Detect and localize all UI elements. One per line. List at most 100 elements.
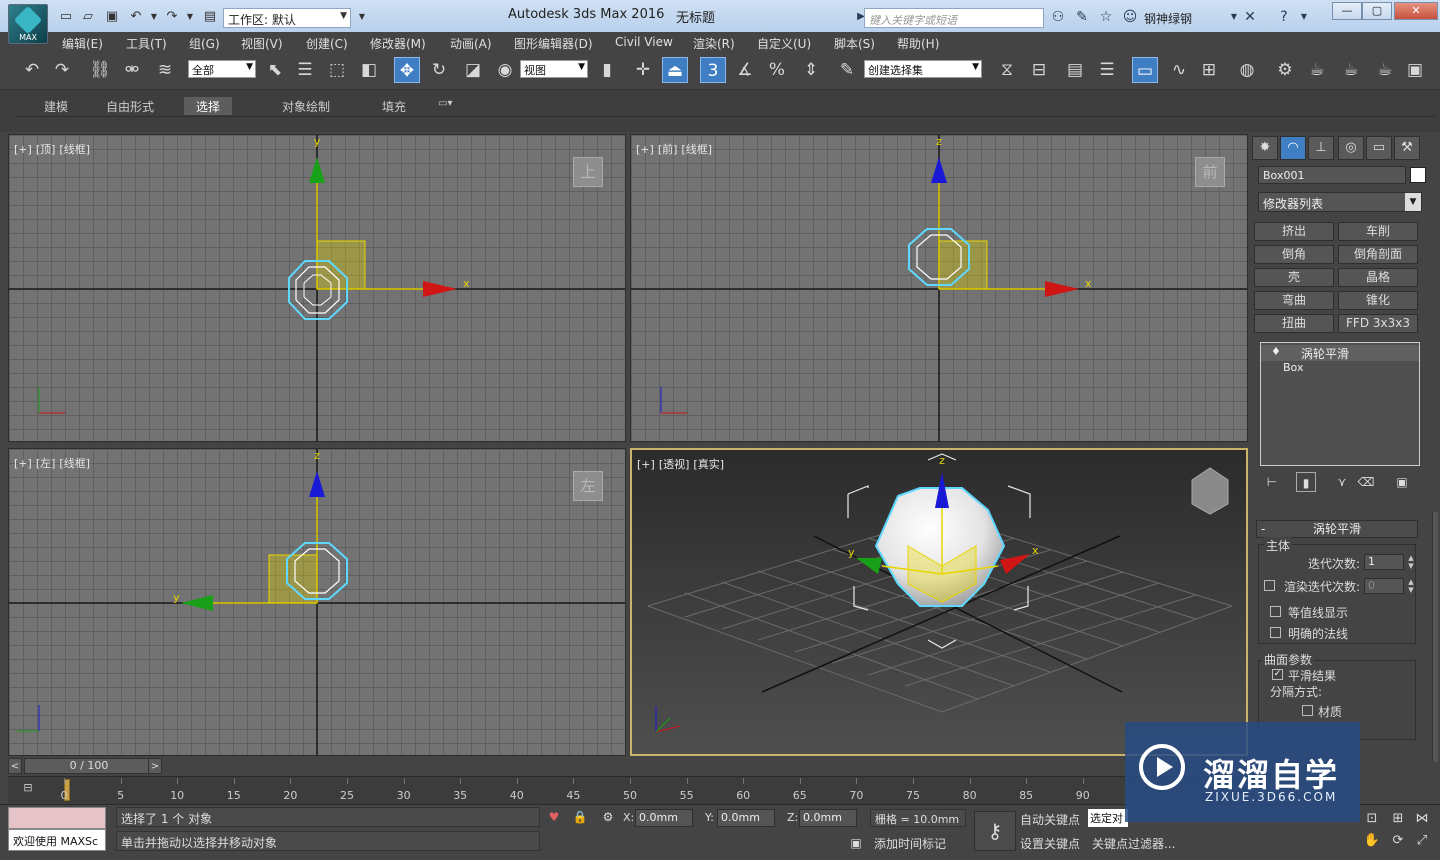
render-iters-checkbox[interactable] — [1264, 580, 1275, 591]
modifier-shell-button[interactable]: 壳 — [1254, 268, 1334, 287]
save-file-icon[interactable]: ▣ — [104, 9, 120, 25]
open-file-icon[interactable]: ▱ — [80, 9, 96, 25]
tab-selection[interactable]: 选择 — [184, 97, 233, 115]
modifier-bevel-button[interactable]: 倒角 — [1254, 245, 1334, 264]
modifier-lattice-button[interactable]: 晶格 — [1338, 268, 1418, 287]
mini-curve-editor-icon[interactable]: ⊟ — [18, 781, 38, 797]
menu-help[interactable]: 帮助(H) — [897, 35, 939, 52]
menu-rendering[interactable]: 渲染(R) — [693, 35, 735, 52]
display-tab-icon[interactable]: ▭ — [1366, 136, 1392, 160]
turbosmooth-rollout-header[interactable]: - 涡轮平滑 — [1256, 520, 1418, 538]
unlink-icon[interactable]: ⚮ — [119, 57, 145, 83]
add-time-tag-icon[interactable]: ▣ — [848, 835, 864, 851]
toggle-ribbon-icon[interactable]: ▭ — [1132, 57, 1158, 83]
modify-tab-icon[interactable]: ◠ — [1280, 136, 1306, 160]
orbit-icon[interactable]: ⟳ — [1388, 831, 1408, 851]
key-filters-button[interactable]: 关键点过滤器... — [1090, 833, 1200, 853]
menu-group[interactable]: 组(G) — [189, 35, 220, 52]
layer-manager-icon[interactable]: ▤ — [1062, 57, 1088, 83]
select-and-link-icon[interactable]: ⛓ — [87, 57, 113, 83]
key-mode-icon[interactable]: ⚷ — [974, 811, 1016, 851]
menu-animation[interactable]: 动画(A) — [450, 35, 492, 52]
workspace-select[interactable]: 工作区: 默认 ▼ — [223, 8, 351, 28]
window-crossing-icon[interactable]: ◧ — [356, 57, 382, 83]
motion-tab-icon[interactable]: ◎ — [1338, 136, 1364, 160]
close-button[interactable]: ✕ — [1394, 2, 1438, 20]
percent-snap-icon[interactable]: % — [764, 57, 790, 83]
iterations-spinner[interactable]: 1 — [1364, 554, 1404, 570]
project-folder-icon[interactable]: ▤ — [202, 9, 218, 25]
select-and-scale-icon[interactable]: ◪ — [460, 57, 486, 83]
object-name-field[interactable]: Box001 — [1258, 166, 1406, 184]
lightbulb-icon[interactable]: ♦ — [1271, 345, 1281, 358]
tab-modeling[interactable]: 建模 — [32, 97, 80, 115]
user-icon[interactable]: ☺ — [1122, 9, 1138, 25]
isoline-checkbox[interactable] — [1270, 606, 1281, 617]
render-iters-spinner[interactable]: 0 — [1364, 578, 1404, 594]
viewport-perspective[interactable]: [+] [透视] [真实] z x y — [630, 448, 1248, 756]
render-a360-icon[interactable]: ▣ — [1402, 57, 1428, 83]
material-editor-icon[interactable]: ◍ — [1234, 57, 1260, 83]
trackbar[interactable]: ⊟ 0 5 10 15 20 25 30 35 40 45 50 55 60 65 70 75 80 85 90 — [8, 776, 1250, 804]
bind-space-warp-icon[interactable]: ≋ — [152, 57, 178, 83]
edit-named-sel-icon[interactable]: ✎ — [834, 57, 860, 83]
user-dropdown-icon[interactable]: ▼ — [1226, 9, 1242, 25]
modifier-list-select[interactable]: 修改器列表 ▼ — [1258, 192, 1422, 212]
tab-freeform[interactable]: 自由形式 — [94, 97, 166, 115]
undo-icon[interactable]: ↶ — [128, 9, 144, 25]
menu-tools[interactable]: 工具(T) — [126, 35, 167, 52]
reference-coord-select[interactable]: 视图 ▼ — [520, 60, 588, 78]
next-frame-icon[interactable]: > — [148, 758, 162, 774]
comm-center-icon[interactable]: ✎ — [1074, 9, 1090, 25]
viewport-left[interactable]: [+] [左] [线框] 左 z y — [8, 448, 626, 756]
remove-modifier-icon[interactable]: ⌫ — [1356, 472, 1376, 492]
ribbon-options-icon[interactable]: ▭▾ — [426, 97, 464, 115]
snaps-toggle-button[interactable]: 3 — [700, 57, 726, 83]
stack-item-box[interactable]: Box — [1261, 361, 1419, 377]
viewport-front[interactable]: [+] [前] [线框] 前 z x — [630, 134, 1248, 442]
set-key-button[interactable]: 设置关键点 — [1018, 833, 1086, 853]
maximize-viewport-icon[interactable]: ⤢ — [1412, 831, 1432, 851]
modifier-lathe-button[interactable]: 车削 — [1338, 222, 1418, 241]
qat-customize-icon[interactable]: ▼ — [354, 9, 370, 25]
pan-hand-icon[interactable]: ✋ — [1362, 831, 1382, 851]
search-input[interactable]: 键入关键字或短语 — [864, 8, 1044, 28]
spinner-arrows-icon[interactable]: ▲ ▼ — [1406, 578, 1416, 594]
curve-editor-icon[interactable]: ∿ — [1166, 57, 1192, 83]
undo-icon[interactable]: ↶ — [19, 57, 45, 83]
modifier-bend-button[interactable]: 弯曲 — [1254, 291, 1334, 310]
utilities-tab-icon[interactable]: ⚒ — [1394, 136, 1420, 160]
time-slider-thumb[interactable]: 0 / 100 — [24, 758, 154, 774]
modifier-taper-button[interactable]: 锥化 — [1338, 291, 1418, 310]
menu-civil-view[interactable]: Civil View — [615, 35, 673, 49]
minimize-button[interactable]: — — [1332, 2, 1362, 20]
named-selection-select[interactable]: 创建选择集 ▼ — [864, 60, 982, 78]
zoom-extents-all-icon[interactable]: ⊞ — [1388, 809, 1408, 829]
smooth-result-checkbox[interactable]: ✓ — [1272, 669, 1283, 680]
absolute-mode-icon[interactable]: ⚙ — [600, 809, 616, 825]
select-manipulate-icon[interactable]: ✛ — [630, 57, 656, 83]
select-object-icon[interactable]: ⬉ — [262, 57, 288, 83]
keyboard-shortcut-override-icon[interactable]: ⏏ — [662, 57, 688, 83]
pin-stack-icon[interactable]: ⊢ — [1262, 472, 1282, 492]
maxscript-listener-white[interactable]: 欢迎使用 MAXSc — [8, 829, 106, 851]
schematic-view-icon[interactable]: ⊞ — [1196, 57, 1222, 83]
select-and-place-icon[interactable]: ◉ — [492, 57, 518, 83]
render-production-icon[interactable]: ☕ — [1338, 57, 1364, 83]
isolate-selection-icon[interactable]: ♥ — [546, 809, 562, 825]
menu-graph-editors[interactable]: 图形编辑器(D) — [514, 35, 593, 52]
configure-sets-icon[interactable]: ▣ — [1392, 472, 1412, 492]
redo-icon[interactable]: ↷ — [164, 9, 180, 25]
help-icon[interactable]: ? — [1276, 9, 1292, 25]
modifier-extrude-button[interactable]: 挤出 — [1254, 222, 1334, 241]
select-and-move-icon[interactable]: ✥ — [394, 57, 420, 83]
modifier-twist-button[interactable]: 扭曲 — [1254, 314, 1334, 333]
pivot-center-icon[interactable]: ▮ — [594, 57, 620, 83]
render-setup-icon[interactable]: ⚙ — [1272, 57, 1298, 83]
scene-explorer-icon[interactable]: ☰ — [1094, 57, 1120, 83]
prev-frame-icon[interactable]: < — [8, 758, 22, 774]
explicit-normals-checkbox[interactable] — [1270, 627, 1281, 638]
select-by-name-icon[interactable]: ☰ — [292, 57, 318, 83]
modifier-ffd-button[interactable]: FFD 3x3x3 — [1338, 314, 1418, 333]
rect-selection-icon[interactable]: ⬚ — [324, 57, 350, 83]
